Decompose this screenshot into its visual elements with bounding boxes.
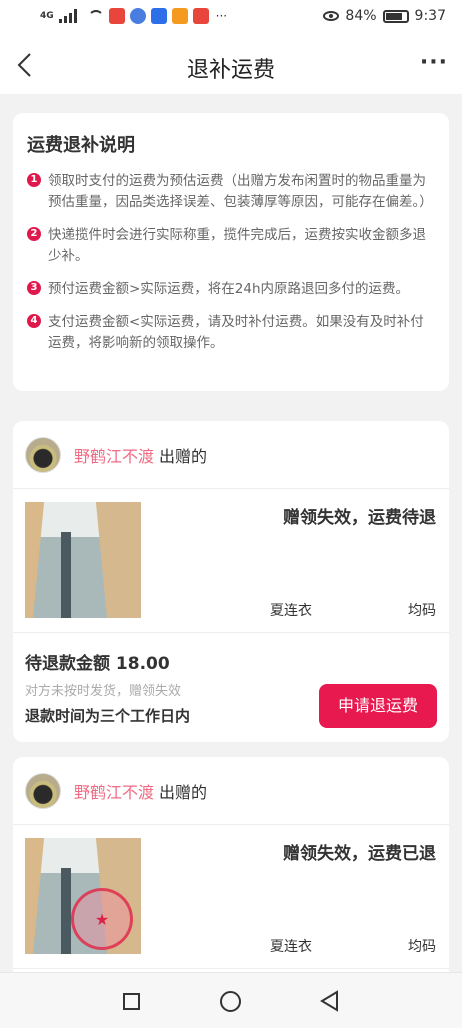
item-thumbnail[interactable]: ★	[25, 838, 141, 954]
gives-label: 出赠的	[159, 782, 208, 802]
header: 退补运费 ···	[0, 36, 462, 94]
gift-item[interactable]: 赠领失效，运费待退 夏连衣 均码	[13, 489, 449, 633]
rule-number-icon: 2	[27, 227, 41, 241]
app-notification-icon	[129, 8, 146, 24]
item-size: 均码	[408, 603, 436, 619]
page-title: 退补运费	[186, 58, 275, 83]
rule-number-icon: 3	[27, 281, 41, 295]
app-notification-icon	[150, 8, 167, 24]
gift-status: 赠领失效，运费已退	[283, 844, 436, 864]
rule-text: 领取时支付的运费为预估运费（出赠方发布闲置时的物品重量为预估重量，因品类选择误差…	[48, 173, 433, 210]
back-triangle-icon[interactable]	[319, 990, 339, 1012]
gift-card-header: 野鹤江不渡 出赠的	[13, 421, 449, 489]
rule-text: 支付运费金额<实际运费，请及时补付运费。如果没有及时补付运费，将影响新的领取操作…	[48, 314, 424, 351]
more-notifications-icon: ···	[215, 9, 228, 23]
battery-icon	[382, 9, 409, 23]
gift-status: 赠领失效，运费待退	[283, 508, 436, 528]
rule-item: 4 支付运费金额<实际运费，请及时补付运费。如果没有及时补付运费，将影响新的领取…	[27, 312, 435, 354]
more-options-icon[interactable]: ···	[420, 50, 448, 75]
item-name: 夏连衣	[270, 603, 312, 619]
avatar[interactable]	[25, 436, 61, 473]
item-name: 夏连衣	[270, 939, 312, 955]
dress-detail	[61, 532, 71, 618]
rule-text: 预付运费金额>实际运费，将在24h内原路退回多付的运费。	[48, 281, 410, 297]
rule-number-icon: 1	[27, 173, 41, 187]
apply-refund-button[interactable]: 申请退运费	[319, 684, 437, 728]
recents-icon[interactable]	[123, 993, 140, 1010]
rule-item: 3 预付运费金额>实际运费，将在24h内原路退回多付的运费。	[27, 279, 435, 300]
wifi-icon	[87, 10, 104, 22]
rule-number-icon: 4	[27, 314, 41, 328]
refunded-stamp-icon: ★	[71, 888, 133, 950]
refund-explanation-card: 运费退补说明 1 领取时支付的运费为预估运费（出赠方发布闲置时的物品重量为预估重…	[13, 113, 449, 391]
giver-name[interactable]: 野鹤江不渡	[74, 443, 154, 467]
app-notification-icon	[192, 8, 209, 24]
gift-card[interactable]: 野鹤江不渡 出赠的 赠领失效，运费待退 夏连衣 均码 待退款金额 18.00 对…	[13, 421, 449, 742]
rule-text: 快递揽件时会进行实际称重，揽件完成后，运费按实收金额多退少补。	[48, 227, 426, 264]
app-notification-icon	[171, 8, 188, 24]
clock: 9:37	[414, 8, 446, 24]
giver-name[interactable]: 野鹤江不渡	[74, 779, 154, 803]
item-size: 均码	[408, 939, 436, 955]
status-icons-right: 84% 9:37	[323, 8, 446, 24]
gift-item[interactable]: ★ 赠领失效，运费已退 夏连衣 均码	[13, 825, 449, 969]
system-nav-bar	[0, 972, 462, 1028]
explanation-title: 运费退补说明	[27, 135, 135, 156]
gift-card[interactable]: 野鹤江不渡 出赠的 ★ 赠领失效，运费已退 夏连衣 均码	[13, 757, 449, 972]
status-icons-left: 4G ···	[40, 8, 227, 24]
dress-detail	[61, 868, 71, 954]
gift-card-header: 野鹤江不渡 出赠的	[13, 757, 449, 825]
refund-amount: 待退款金额 18.00	[25, 654, 170, 674]
item-thumbnail[interactable]	[25, 502, 141, 618]
rule-item: 2 快递揽件时会进行实际称重，揽件完成后，运费按实收金额多退少补。	[27, 225, 435, 267]
gives-label: 出赠的	[159, 446, 208, 466]
network-label: 4G	[40, 11, 54, 21]
eye-comfort-icon	[323, 11, 340, 21]
status-bar: 4G ··· 84% 9:37	[0, 0, 462, 36]
home-icon[interactable]	[220, 991, 241, 1012]
avatar[interactable]	[25, 772, 61, 809]
signal-icon	[58, 9, 83, 23]
rule-item: 1 领取时支付的运费为预估运费（出赠方发布闲置时的物品重量为预估重量，因品类选择…	[27, 171, 435, 213]
app-notification-icon	[108, 8, 125, 24]
refund-info: 待退款金额 18.00 对方未按时发货，赠领失效 退款时间为三个工作日内 申请退…	[13, 633, 449, 741]
battery-percent: 84%	[345, 8, 377, 24]
